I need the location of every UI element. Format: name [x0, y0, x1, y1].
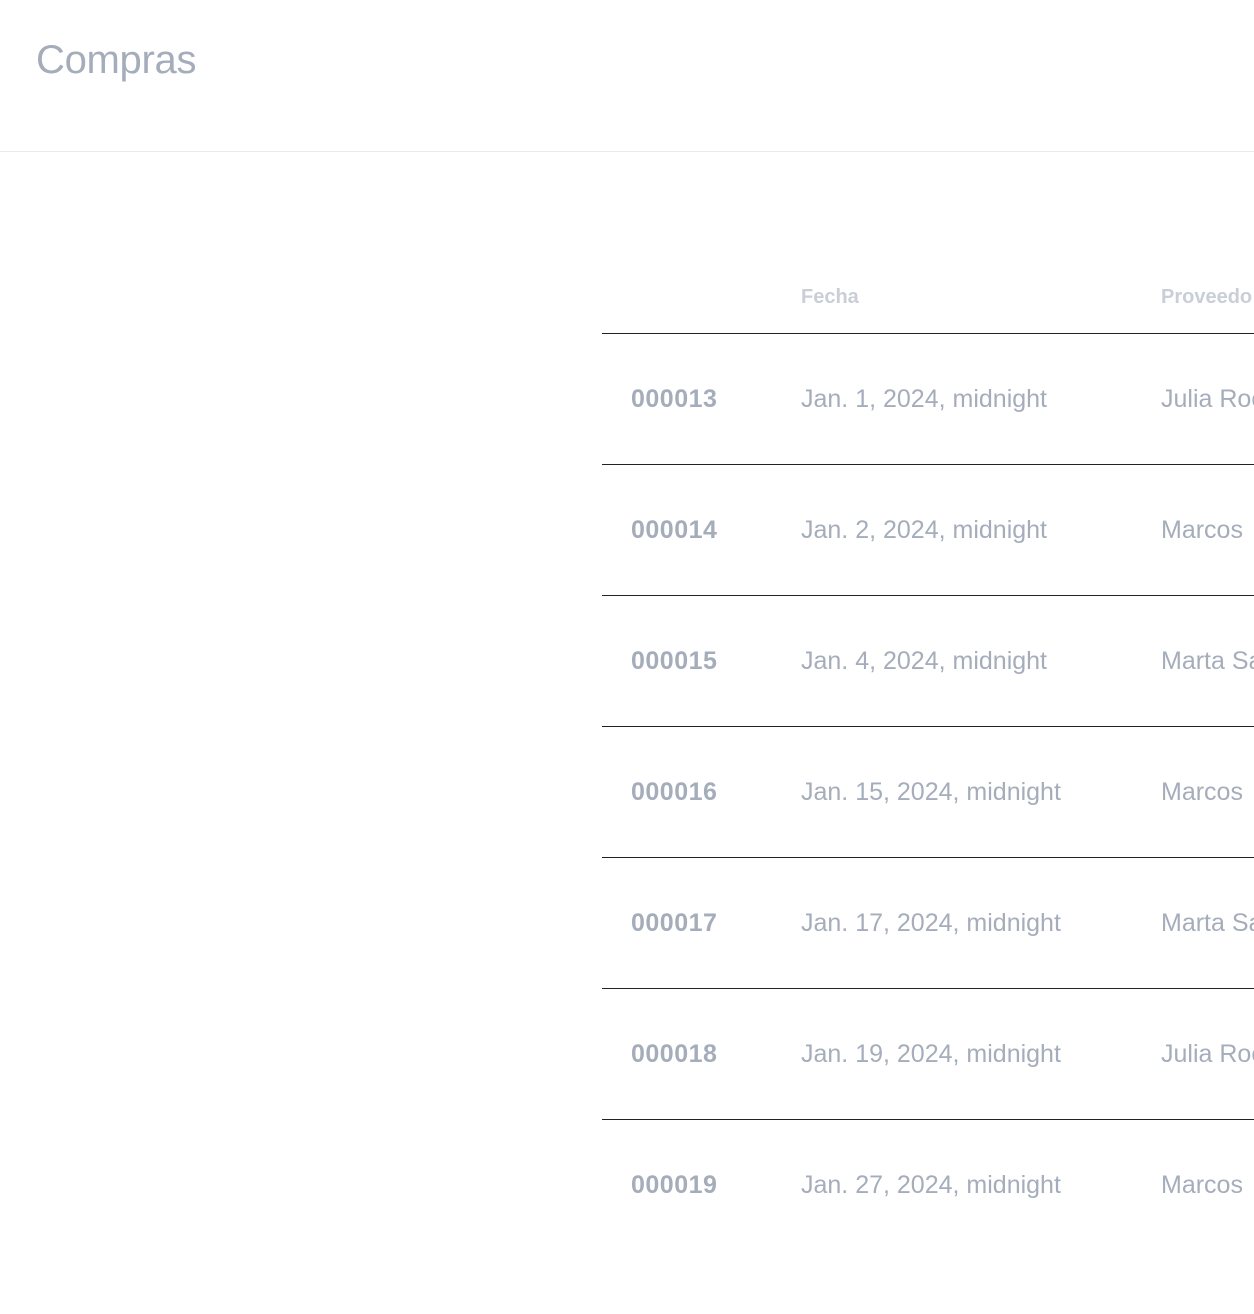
page-header: Compras: [0, 0, 1254, 152]
column-header-fecha[interactable]: Fecha: [801, 286, 859, 309]
purchase-supplier: Marta Sa: [1161, 909, 1254, 937]
purchase-date: Jan. 2, 2024, midnight: [801, 516, 1047, 544]
table-row[interactable]: 000015 Jan. 4, 2024, midnight Marta Sa: [602, 596, 1254, 727]
table-row[interactable]: 000014 Jan. 2, 2024, midnight Marcos: [602, 465, 1254, 596]
purchase-date: Jan. 27, 2024, midnight: [801, 1171, 1061, 1199]
purchase-id-link[interactable]: 000013: [631, 384, 717, 414]
purchase-supplier: Julia Roc: [1161, 1040, 1254, 1068]
page-title: Compras: [36, 38, 197, 82]
table-row[interactable]: 000016 Jan. 15, 2024, midnight Marcos: [602, 727, 1254, 858]
column-header-proveedor[interactable]: Proveedo: [1161, 286, 1252, 309]
purchase-date: Jan. 17, 2024, midnight: [801, 909, 1061, 937]
purchase-id-link[interactable]: 000014: [631, 515, 717, 545]
purchase-id-link[interactable]: 000015: [631, 646, 717, 676]
purchase-supplier: Marcos: [1161, 516, 1243, 544]
purchase-supplier: Marcos: [1161, 1171, 1243, 1199]
table-row[interactable]: 000018 Jan. 19, 2024, midnight Julia Roc: [602, 989, 1254, 1120]
purchase-id-link[interactable]: 000016: [631, 777, 717, 807]
table-header: Fecha Proveedo: [602, 262, 1254, 334]
purchase-supplier: Julia Roc: [1161, 385, 1254, 413]
purchases-table: Fecha Proveedo 000013 Jan. 1, 2024, midn…: [602, 262, 1254, 1250]
purchase-id-link[interactable]: 000019: [631, 1170, 717, 1200]
table-row[interactable]: 000013 Jan. 1, 2024, midnight Julia Roc: [602, 334, 1254, 465]
purchase-id-link[interactable]: 000018: [631, 1039, 717, 1069]
purchase-supplier: Marta Sa: [1161, 647, 1254, 675]
purchase-date: Jan. 15, 2024, midnight: [801, 778, 1061, 806]
purchase-id-link[interactable]: 000017: [631, 908, 717, 938]
table-row[interactable]: 000017 Jan. 17, 2024, midnight Marta Sa: [602, 858, 1254, 989]
purchase-date: Jan. 1, 2024, midnight: [801, 385, 1047, 413]
purchase-supplier: Marcos: [1161, 778, 1243, 806]
purchase-date: Jan. 4, 2024, midnight: [801, 647, 1047, 675]
purchase-date: Jan. 19, 2024, midnight: [801, 1040, 1061, 1068]
table-row[interactable]: 000019 Jan. 27, 2024, midnight Marcos: [602, 1120, 1254, 1250]
